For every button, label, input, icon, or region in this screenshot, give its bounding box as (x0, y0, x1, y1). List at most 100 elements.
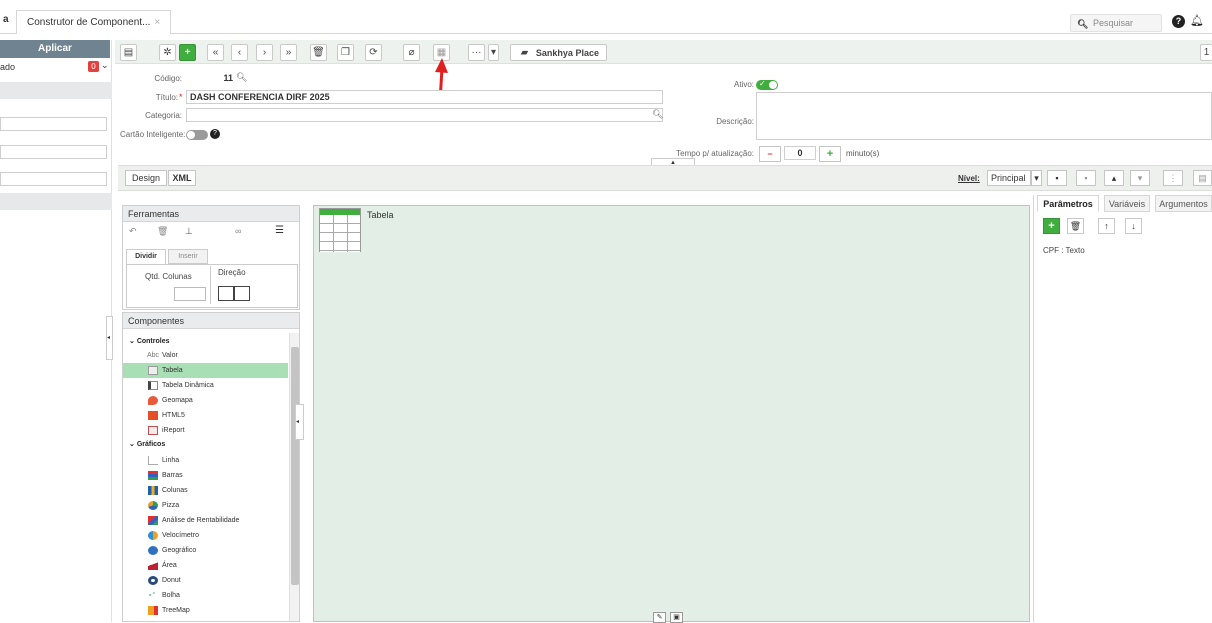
sankhya-place-button[interactable]: ▰ Sankhya Place (510, 44, 607, 61)
trash-icon[interactable]: 🗑︎ (310, 44, 327, 61)
table-component-icon[interactable] (319, 208, 361, 252)
design-canvas[interactable]: Tabela ✎ ▣ (313, 205, 1030, 623)
move-up-icon[interactable]: ↑ (1098, 218, 1115, 234)
design-tab[interactable]: Design (125, 170, 167, 186)
search-input[interactable]: 🔍︎ Pesquisar (1070, 14, 1162, 32)
gear-icon[interactable]: ✲ (159, 44, 176, 61)
chart-pizza[interactable]: Pizza (123, 498, 288, 513)
search-code-icon[interactable]: 🔍︎ (236, 72, 247, 83)
add-param-button[interactable]: + (1043, 218, 1060, 234)
component-label: Geográfico (162, 547, 197, 554)
direction-horizontal-icon[interactable] (234, 286, 250, 301)
chart-velocimetro[interactable]: Velocímetro (123, 528, 288, 543)
qtd-colunas-input[interactable] (174, 287, 206, 301)
controles-group[interactable]: ⌄ Controles (129, 337, 169, 345)
apply-button[interactable]: Aplicar (0, 40, 110, 58)
qtd-colunas-label: Qtd. Colunas (145, 272, 192, 281)
page-indicator[interactable]: 1 (1200, 44, 1212, 61)
tab-parametros[interactable]: Parâmetros (1037, 195, 1099, 212)
help-icon[interactable]: ? (1172, 15, 1185, 28)
nivel-select[interactable]: Principal (987, 170, 1031, 186)
component-tabela[interactable]: Tabela (123, 363, 288, 378)
level-down-icon[interactable]: ▾ (1130, 170, 1150, 186)
level-up-icon[interactable]: ▴ (1104, 170, 1124, 186)
chart-donut[interactable]: Donut (123, 573, 288, 588)
titulo-field[interactable]: DASH CONFERENCIA DIRF 2025 (186, 90, 663, 104)
component-html5[interactable]: HTML5 (123, 408, 288, 423)
nivel-dropdown-icon[interactable]: ▾ (1031, 170, 1042, 186)
bell-icon[interactable]: 🔔︎ (1190, 14, 1204, 27)
collapse-left-handle[interactable]: ◂ (106, 316, 113, 360)
cartao-toggle[interactable] (186, 130, 208, 140)
chart-bolha[interactable]: ∘° Bolha (123, 588, 288, 603)
scrollbar-thumb[interactable] (291, 347, 299, 585)
chart-barras[interactable]: Barras (123, 468, 288, 483)
ativo-toggle[interactable]: ✓ (756, 79, 778, 90)
tab-construtor[interactable]: Construtor de Component... × (16, 10, 172, 34)
edit-level-icon[interactable]: ▪ (1076, 170, 1096, 186)
inserir-tab[interactable]: Inserir (168, 249, 208, 264)
delete-param-icon[interactable]: 🗑︎ (1067, 218, 1084, 234)
direction-vertical-icon[interactable] (218, 286, 234, 301)
right-panel (1033, 195, 1212, 622)
left-section-bar (0, 82, 112, 99)
help-small-icon[interactable]: ? (210, 129, 220, 139)
xml-tab[interactable]: XML (168, 170, 196, 186)
collapse-form-handle[interactable]: ▲ (651, 158, 695, 166)
tab-argumentos[interactable]: Argumentos (1155, 195, 1212, 212)
components-scrollbar[interactable] (289, 333, 299, 621)
chart-colunas[interactable]: Colunas (123, 483, 288, 498)
refresh-icon[interactable]: ⟳ (365, 44, 382, 61)
first-record-icon[interactable]: « (207, 44, 224, 61)
search-category-icon[interactable]: 🔍︎ (652, 109, 663, 120)
collapse-tools-handle[interactable]: ◂ (295, 404, 304, 440)
left-filter-field-1[interactable] (0, 117, 107, 131)
tempo-input[interactable]: 0 (784, 146, 816, 160)
link-tool-icon[interactable]: ∞ (235, 226, 241, 236)
move-down-icon[interactable]: ↓ (1125, 218, 1142, 234)
add-level-icon[interactable]: ▪ (1047, 170, 1067, 186)
copy-icon[interactable]: ❐ (337, 44, 354, 61)
prev-record-icon[interactable]: ‹ (231, 44, 248, 61)
align-tool-icon[interactable]: ⊥ (185, 226, 193, 237)
level-options-icon[interactable]: ▤ (1193, 170, 1212, 186)
component-label: iReport (162, 427, 185, 434)
expand-icon[interactable]: ▣ (670, 612, 683, 623)
properties-tool-icon[interactable]: ☰ (275, 225, 284, 236)
chart-analise-rentabilidade[interactable]: Análise de Rentabilidade (123, 513, 288, 528)
left-filter-field-3[interactable] (0, 172, 107, 186)
attach-icon[interactable]: ⌀ (403, 44, 420, 61)
left-filter-field-2[interactable] (0, 145, 107, 159)
tempo-increment-button[interactable]: + (819, 146, 841, 162)
categoria-field[interactable] (186, 108, 663, 122)
component-geomapa[interactable]: Geomapa (123, 393, 288, 408)
tabela-component-label: Tabela (367, 210, 394, 220)
grid-view-button[interactable]: ▤ (120, 44, 137, 61)
tab-close-icon[interactable]: × (154, 17, 160, 28)
tab-variaveis[interactable]: Variáveis (1104, 195, 1150, 212)
undo-icon[interactable]: ↶ (129, 226, 137, 237)
level-tree-icon[interactable]: ⋮ (1163, 170, 1183, 186)
more-options-button[interactable]: ··· (468, 44, 485, 61)
next-record-icon[interactable]: › (256, 44, 273, 61)
dividir-tab[interactable]: Dividir (126, 249, 166, 264)
chevron-down-icon[interactable]: ⌄ (101, 60, 109, 71)
component-tabela-dinamica[interactable]: Tabela Dinâmica (123, 378, 288, 393)
menu-icon[interactable]: a (3, 14, 9, 25)
add-button[interactable]: + (179, 44, 196, 61)
chart-area[interactable]: Área (123, 558, 288, 573)
tempo-decrement-button[interactable]: − (759, 146, 781, 162)
descricao-field[interactable] (756, 92, 1212, 140)
edit-pencil-icon[interactable]: ✎ (653, 612, 666, 623)
graficos-group[interactable]: ⌄ Gráficos (129, 440, 165, 448)
trash-tool-icon[interactable]: 🗑︎ (157, 226, 168, 237)
chart-geografico[interactable]: Geográfico (123, 543, 288, 558)
more-dropdown-icon[interactable]: ▾ (488, 44, 499, 61)
param-item[interactable]: CPF : Texto (1043, 246, 1085, 255)
component-valor[interactable]: Abc Valor (123, 348, 288, 363)
component-ireport[interactable]: iReport (123, 423, 288, 438)
chart-treemap[interactable]: TreeMap (123, 603, 288, 618)
last-record-icon[interactable]: » (280, 44, 297, 61)
left-badge: 0 (88, 61, 99, 72)
chart-linha[interactable]: Linha (123, 453, 288, 468)
